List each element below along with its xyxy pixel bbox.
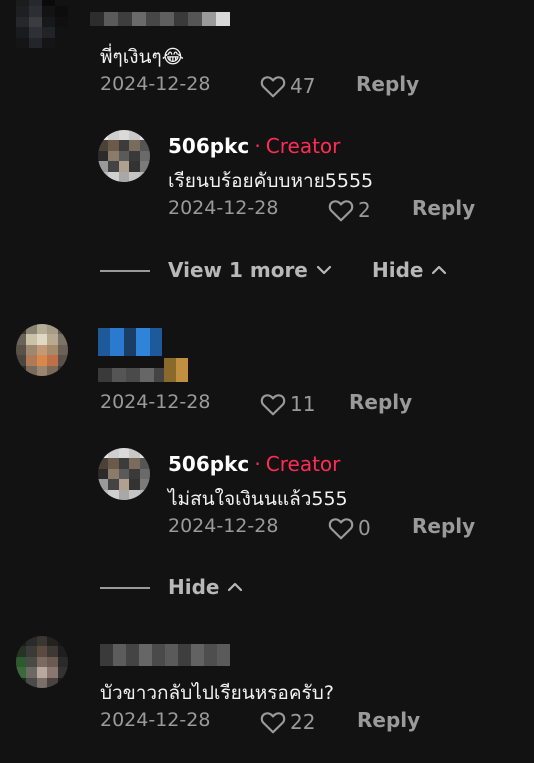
comment-blurred-text (98, 328, 190, 382)
reply-button[interactable]: Reply (412, 196, 475, 220)
comment-text: บัวขาวกลับไปเรียนหรอครับ? (100, 682, 334, 704)
heart-icon (328, 518, 354, 540)
reply-date: 2024-12-28 (168, 197, 279, 219)
chevron-up-icon (228, 582, 243, 592)
avatar[interactable] (16, 0, 68, 48)
comment-2: 2024-12-28 11 Reply 506pkc · Creator ไม่… (0, 310, 534, 610)
hide-button[interactable]: Hide (372, 258, 447, 282)
hide-label: Hide (372, 258, 424, 282)
creator-handle[interactable]: 506pkc (168, 134, 249, 158)
like-button[interactable]: 11 (260, 392, 315, 416)
comment-1: พี่ๆเงินๆ😂 2024-12-28 47 Reply 506pkc · … (0, 0, 534, 310)
view-more-label: View 1 more (168, 258, 308, 282)
comment-date: 2024-12-28 (100, 391, 211, 413)
like-button[interactable]: 47 (260, 74, 315, 98)
reply-text: เรียนบร้อยคับบหาย5555 (168, 170, 374, 192)
like-count: 0 (358, 516, 371, 540)
creator-badge: Creator (265, 452, 341, 476)
like-count: 11 (290, 392, 316, 416)
chevron-down-icon (316, 265, 331, 275)
heart-icon (260, 76, 286, 98)
separator-dot: · (254, 134, 261, 158)
heart-icon (260, 712, 286, 734)
username-blurred[interactable] (90, 12, 230, 26)
avatar[interactable] (16, 636, 68, 688)
reply-button[interactable]: Reply (412, 514, 475, 538)
comment-text: พี่ๆเงินๆ😂 (100, 46, 184, 68)
reply-like-button[interactable]: 2 (328, 198, 371, 222)
reply-text: ไม่สนใจเงินนแล้ว555 (168, 488, 348, 510)
hide-button[interactable]: Hide (168, 575, 243, 599)
reply-date: 2024-12-28 (168, 515, 279, 537)
view-more-button[interactable]: View 1 more (168, 258, 332, 282)
creator-avatar[interactable] (98, 130, 150, 182)
creator-avatar[interactable] (98, 448, 150, 500)
creator-badge: Creator (265, 134, 341, 158)
comment-date: 2024-12-28 (100, 73, 211, 95)
creator-handle[interactable]: 506pkc (168, 452, 249, 476)
hide-label: Hide (168, 575, 220, 599)
like-count: 47 (290, 74, 316, 98)
like-count: 2 (358, 198, 371, 222)
heart-icon (260, 394, 286, 416)
like-button[interactable]: 22 (260, 710, 315, 734)
thread-divider (100, 587, 150, 589)
comment-date: 2024-12-28 (100, 709, 211, 731)
username-blurred[interactable] (100, 644, 230, 666)
reply-like-button[interactable]: 0 (328, 516, 371, 540)
reply-button[interactable]: Reply (357, 708, 420, 732)
heart-icon (328, 200, 354, 222)
chevron-up-icon (432, 265, 447, 275)
comment-3: บัวขาวกลับไปเรียนหรอครับ? 2024-12-28 22 … (0, 620, 534, 763)
avatar[interactable] (16, 324, 68, 376)
separator-dot: · (254, 452, 261, 476)
reply-header: 506pkc · Creator (168, 452, 340, 476)
reply-button[interactable]: Reply (356, 72, 419, 96)
like-count: 22 (290, 710, 316, 734)
reply-header: 506pkc · Creator (168, 134, 340, 158)
thread-divider (100, 270, 150, 272)
reply-button[interactable]: Reply (349, 390, 412, 414)
